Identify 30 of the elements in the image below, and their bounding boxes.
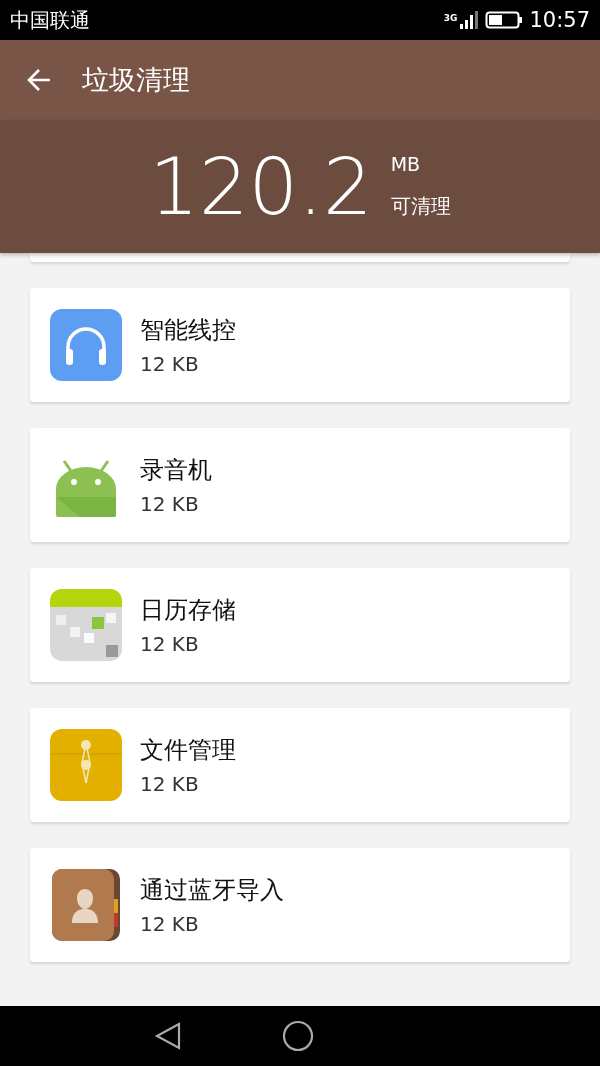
app-card[interactable]: 通过蓝牙导入 12 KB	[30, 848, 570, 962]
clock: 10:57	[529, 8, 590, 32]
network-type: 3G	[443, 13, 458, 23]
junk-size: 12 KB	[140, 492, 200, 516]
amount-unit: MB	[390, 153, 422, 175]
contacts-book-icon	[50, 869, 122, 941]
junk-size: 12 KB	[140, 632, 200, 656]
back-nav-button[interactable]	[154, 1021, 182, 1051]
junk-amount: 120.2	[149, 141, 373, 232]
signal-icon	[459, 10, 480, 30]
headphones-icon	[50, 309, 122, 381]
app-name: 通过蓝牙导入	[140, 875, 284, 906]
app-card[interactable]: 文件管理 12 KB	[30, 708, 570, 822]
app-name: 文件管理	[140, 735, 236, 766]
app-card[interactable]: 日历存储 12 KB	[30, 568, 570, 682]
carrier-name: 中国联通	[10, 6, 90, 34]
app-name: 日历存储	[140, 595, 236, 626]
junk-size: 12 KB	[140, 772, 200, 796]
calendar-icon	[50, 589, 122, 661]
battery-icon	[485, 10, 524, 30]
app-card[interactable]: 录音机 12 KB	[30, 428, 570, 542]
app-name: 录音机	[140, 455, 212, 486]
junk-size: 12 KB	[140, 352, 200, 376]
app-name: 智能线控	[140, 315, 236, 346]
junk-size: 12 KB	[140, 912, 200, 936]
app-card[interactable]: 智能线控 12 KB	[30, 288, 570, 402]
home-nav-button[interactable]	[282, 1020, 314, 1052]
envelope-icon	[50, 729, 122, 801]
page-title: 垃圾清理	[82, 63, 190, 97]
amount-caption: 可清理	[390, 193, 451, 220]
